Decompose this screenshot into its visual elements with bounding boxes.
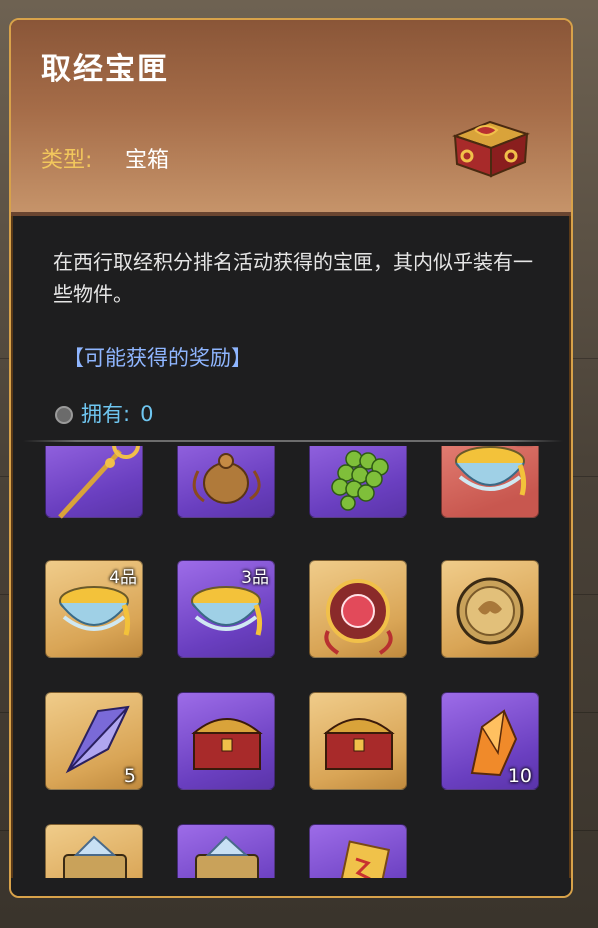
item-type-value: 宝箱 [125,148,170,173]
owned-value: 0 [140,402,154,426]
talisman-scroll-icon [333,840,391,878]
popup-header: 取经宝匣 类型: 宝箱 [11,20,571,216]
owned-label: 拥有: [81,402,131,426]
reward-slot[interactable] [177,692,275,790]
golden-staff-icon [58,446,140,519]
popup-bottom-edge [11,878,571,896]
reward-slot[interactable] [45,824,143,878]
treasure-box-icon [452,120,530,178]
treasure-pouch-icon [192,453,261,504]
reward-slot[interactable] [309,692,407,790]
crystal-book-icon [195,835,259,878]
possible-rewards-heading: 【可能获得的奖励】 [63,346,252,370]
reward-slot[interactable] [441,560,539,658]
treasure-chest-icon [323,718,395,770]
reward-slot[interactable] [309,824,407,878]
treasure-chest-icon [191,718,263,770]
reward-slot[interactable] [309,446,407,518]
reward-slot[interactable] [177,446,275,518]
owned-count: 拥有: 0 [55,398,153,428]
item-detail-popup: 取经宝匣 类型: 宝箱 在西行取经积分排名活动获得的宝匣，其内似乎装有一些物件。… [9,18,573,898]
reward-slot[interactable]: 4品 [45,560,143,658]
item-title: 取经宝匣 [41,52,169,87]
reward-slot[interactable] [177,824,275,878]
gold-coin-icon [456,577,524,645]
divider [23,440,563,442]
golden-bowl-icon [455,446,527,496]
reward-slot[interactable]: 3品 [177,560,275,658]
reward-slot[interactable]: 5品 [441,446,539,518]
crystal-book-icon [63,835,127,878]
swirl-icon [55,406,73,424]
reward-slot[interactable]: 5 [45,692,143,790]
reward-slot[interactable] [309,560,407,658]
item-type-label: 类型: [41,148,93,173]
rewards-grid[interactable]: 5品 4品 3品 [11,446,571,878]
reward-slot[interactable]: 10 [441,692,539,790]
item-description: 在西行取经积分排名活动获得的宝匣，其内似乎装有一些物件。 [53,250,533,306]
green-grapes-icon [331,450,389,511]
ruby-amulet-icon [324,579,393,655]
reward-slot[interactable] [45,446,143,519]
